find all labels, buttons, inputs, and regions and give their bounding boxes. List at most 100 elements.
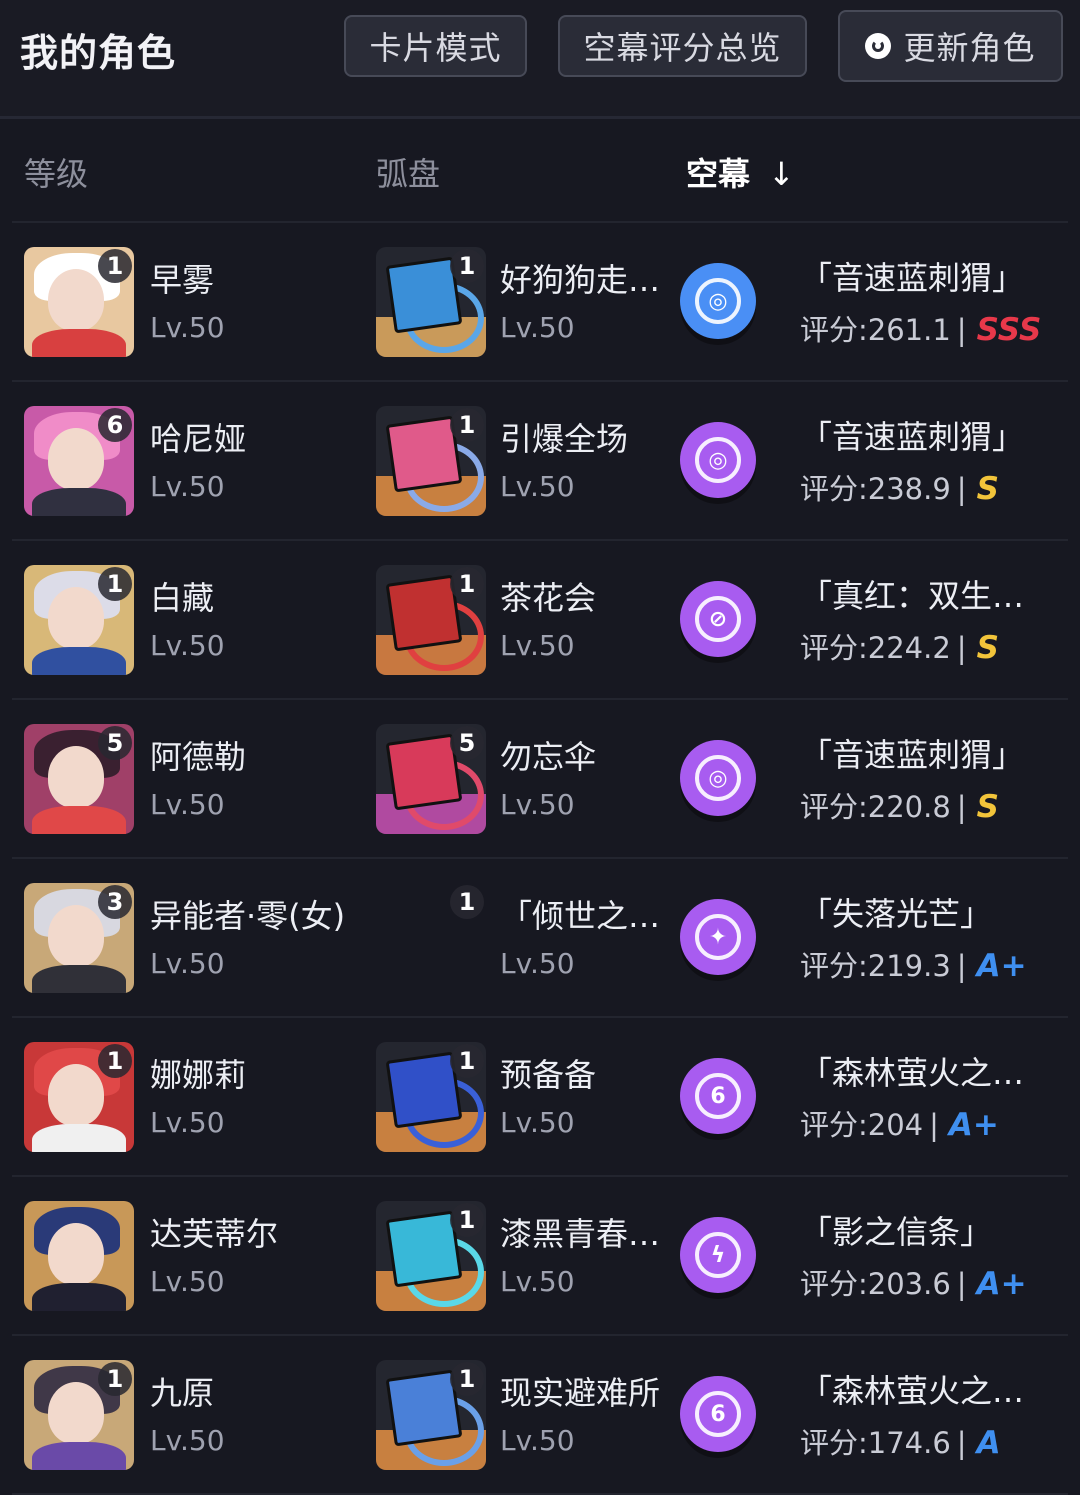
score-line: 评分:219.3 | A+ [800, 943, 1027, 985]
refresh-icon [865, 33, 892, 59]
set-medal-icon: 6 [680, 1376, 756, 1452]
grade-label: A [976, 1425, 1001, 1461]
character-avatar[interactable]: 3 [24, 883, 134, 993]
score-overview-button[interactable]: 空幕评分总览 [558, 15, 807, 77]
disc-thumbnail[interactable]: 1 [376, 1360, 486, 1470]
set-medal-icon: 6 [680, 1058, 756, 1134]
set-name: 「真红：双生… [800, 577, 1025, 615]
character-row[interactable]: 1 娜娜莉 Lv.50 1 预备备 Lv.50 6 「森林萤火之… 评分:204… [12, 1018, 1068, 1177]
disc-name: 好狗狗走… [500, 261, 661, 299]
score-line: 评分:224.2 | S [800, 625, 999, 667]
avatar-outfit [32, 329, 126, 357]
column-kongmu-sorted[interactable]: 空幕 ↓ [686, 149, 795, 195]
avatar-outfit [32, 806, 126, 834]
score-separator: | [956, 949, 967, 983]
character-avatar[interactable]: 6 [24, 406, 134, 516]
disc-level: Lv.50 [500, 1424, 575, 1457]
score-line: 评分:204 | A+ [800, 1102, 999, 1144]
score-separator: | [956, 1267, 967, 1301]
character-avatar[interactable] [24, 1201, 134, 1311]
set-symbol: ◎ [695, 278, 741, 324]
refresh-label: 更新角色 [903, 29, 1036, 67]
score-line: 评分:203.6 | A+ [800, 1261, 1027, 1303]
refresh-characters-button[interactable]: 更新角色 [838, 10, 1063, 82]
character-level: Lv.50 [150, 947, 225, 980]
character-row[interactable]: 达芙蒂尔 Lv.50 1 漆黑青春… Lv.50 ϟ 「影之信条」 评分:203… [12, 1177, 1068, 1336]
character-avatar[interactable]: 1 [24, 247, 134, 357]
score-separator: | [929, 1108, 939, 1142]
set-symbol: ⊘ [695, 596, 741, 642]
disc-thumbnail[interactable]: 5 [376, 724, 486, 834]
character-level: Lv.50 [150, 788, 225, 821]
grade-label: A+ [976, 948, 1027, 984]
avatar-face [48, 1382, 104, 1444]
set-medal-icon: ◎ [680, 422, 756, 498]
character-avatar[interactable]: 5 [24, 724, 134, 834]
set-name: 「森林萤火之… [800, 1054, 1025, 1092]
column-level[interactable]: 等级 [24, 149, 88, 195]
disc-thumbnail[interactable]: 1 [376, 247, 486, 357]
character-row[interactable]: 1 九原 Lv.50 1 现实避难所 Lv.50 6 「森林萤火之… 评分:17… [12, 1336, 1068, 1495]
score-line: 评分:261.1 | SSS [800, 307, 1041, 349]
character-level: Lv.50 [150, 470, 225, 503]
set-symbol: ◎ [695, 755, 741, 801]
avatar-face [48, 269, 104, 331]
character-row[interactable]: 3 异能者·零(女) Lv.50 1 「倾世之… Lv.50 ✦ 「失落光芒」 … [12, 859, 1068, 1018]
character-level: Lv.50 [150, 311, 225, 344]
character-row[interactable]: 5 阿德勒 Lv.50 5 勿忘伞 Lv.50 ◎ 「音速蓝刺猬」 评分:220… [12, 700, 1068, 859]
disc-refine-badge: 1 [450, 1203, 484, 1237]
character-row[interactable]: 6 哈尼娅 Lv.50 1 引爆全场 Lv.50 ◎ 「音速蓝刺猬」 评分:23… [12, 382, 1068, 541]
column-disc[interactable]: 弧盘 [376, 149, 440, 195]
set-medal-icon: ϟ [680, 1217, 756, 1293]
score-separator: | [956, 472, 967, 506]
disc-name: 预备备 [500, 1056, 597, 1094]
score-value: 评分:174.6 [800, 1426, 951, 1460]
eidolon-badge: 1 [98, 567, 132, 601]
character-name: 异能者·零(女) [150, 897, 346, 935]
character-name: 白藏 [150, 579, 215, 617]
avatar-outfit [32, 1442, 126, 1470]
score-value: 评分:224.2 [800, 631, 951, 665]
avatar-face [48, 587, 104, 649]
disc-level: Lv.50 [500, 311, 575, 344]
grade-label: S [976, 789, 999, 825]
character-name: 达芙蒂尔 [150, 1215, 279, 1253]
card-mode-button[interactable]: 卡片模式 [344, 15, 527, 77]
disc-thumbnail[interactable]: 1 [376, 1201, 486, 1311]
disc-thumbnail[interactable]: 1 [376, 883, 486, 993]
avatar-face [48, 428, 104, 490]
disc-level: Lv.50 [500, 788, 575, 821]
set-symbol: ϟ [695, 1232, 741, 1278]
avatar-outfit [32, 488, 126, 516]
disc-level: Lv.50 [500, 1265, 575, 1298]
eidolon-badge: 1 [98, 249, 132, 283]
character-avatar[interactable]: 1 [24, 1360, 134, 1470]
character-row[interactable]: 1 早雾 Lv.50 1 好狗狗走… Lv.50 ◎ 「音速蓝刺猬」 评分:26… [12, 223, 1068, 382]
grade-label: SSS [976, 312, 1042, 348]
disc-level: Lv.50 [500, 1106, 575, 1139]
character-name: 阿德勒 [150, 738, 247, 776]
disc-refine-badge: 1 [450, 885, 484, 919]
grade-label: A+ [948, 1107, 999, 1143]
set-medal-icon: ✦ [680, 899, 756, 975]
grade-label: S [976, 630, 999, 666]
eidolon-badge: 6 [98, 408, 132, 442]
grade-label: A+ [976, 1266, 1027, 1302]
disc-refine-badge: 1 [450, 1044, 484, 1078]
character-avatar[interactable]: 1 [24, 1042, 134, 1152]
disc-thumbnail[interactable]: 1 [376, 565, 486, 675]
score-separator: | [956, 790, 967, 824]
disc-name: 茶花会 [500, 579, 597, 617]
disc-thumbnail[interactable]: 1 [376, 406, 486, 516]
disc-name: 引爆全场 [500, 420, 629, 458]
set-name: 「森林萤火之… [800, 1372, 1025, 1410]
character-name: 早雾 [150, 261, 215, 299]
avatar-outfit [32, 1283, 126, 1311]
avatar-face [48, 905, 104, 967]
disc-thumbnail[interactable]: 1 [376, 1042, 486, 1152]
disc-name: 漆黑青春… [500, 1215, 661, 1253]
character-avatar[interactable]: 1 [24, 565, 134, 675]
set-symbol: 6 [695, 1073, 741, 1119]
character-row[interactable]: 1 白藏 Lv.50 1 茶花会 Lv.50 ⊘ 「真红：双生… 评分:224.… [12, 541, 1068, 700]
disc-level: Lv.50 [500, 470, 575, 503]
